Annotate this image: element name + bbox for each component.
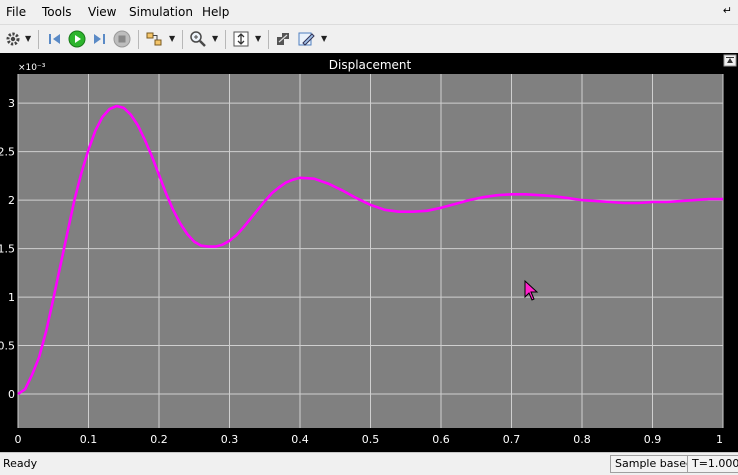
autoscale-dropdown-icon[interactable]: ▼ — [255, 34, 261, 43]
zoom-dropdown-icon[interactable]: ▼ — [212, 34, 218, 43]
undock-arrow-icon[interactable]: ↵ — [723, 4, 732, 17]
menu-view[interactable]: View — [88, 5, 116, 19]
status-ready: Ready — [3, 457, 38, 470]
highlight-dropdown-icon[interactable]: ▼ — [169, 34, 175, 43]
layout-icon[interactable] — [273, 29, 293, 49]
x-tick-label: 0.7 — [503, 433, 521, 446]
status-bar: Ready Sample based T=1.000 — [0, 452, 738, 475]
y-tick-label: 2.5 — [0, 146, 15, 159]
menu-simulation[interactable]: Simulation — [129, 5, 193, 19]
menu-bar: File Tools View Simulation Help ↵ — [0, 0, 738, 24]
y-tick-label: 0 — [8, 388, 15, 401]
x-tick-label: 0.5 — [362, 433, 380, 446]
style-icon[interactable] — [296, 29, 318, 49]
y-exponent-label: ×10⁻³ — [18, 63, 46, 73]
menu-help[interactable]: Help — [202, 5, 229, 19]
chart-title: Displacement — [329, 58, 412, 72]
stop-icon[interactable] — [112, 29, 132, 49]
x-tick-label: 0.8 — [573, 433, 591, 446]
style-dropdown-icon[interactable]: ▼ — [321, 34, 327, 43]
step-back-icon[interactable] — [45, 29, 65, 49]
x-tick-label: 0 — [15, 433, 22, 446]
y-tick-label: 2 — [8, 194, 15, 207]
menu-file[interactable]: File — [6, 5, 26, 19]
gear-dropdown-icon[interactable]: ▼ — [25, 34, 31, 43]
x-tick-label: 0.6 — [432, 433, 450, 446]
y-tick-label: 1 — [8, 291, 15, 304]
sample-mode-indicator: Sample based — [610, 455, 698, 473]
run-icon[interactable] — [67, 29, 87, 49]
y-tick-label: 3 — [8, 97, 15, 110]
simulation-time-indicator: T=1.000 — [687, 455, 738, 473]
menu-tools[interactable]: Tools — [42, 5, 72, 19]
y-tick-label: 1.5 — [0, 243, 15, 256]
toolbar: ▼ ▼ ▼ ▼ ▼ — [0, 24, 738, 54]
zoom-icon[interactable] — [188, 29, 208, 49]
scope-display: 0 0.1 0.2 0.3 0.4 0.5 0.6 0.7 0.8 0.9 1 0 0.5 1 1.5 2 2… — [0, 53, 738, 452]
x-tick-label: 0.1 — [80, 433, 98, 446]
y-tick-label: 0.5 — [0, 340, 15, 353]
step-forward-icon[interactable] — [89, 29, 109, 49]
x-tick-label: 1 — [716, 433, 723, 446]
highlight-block-icon[interactable] — [144, 29, 166, 49]
gear-icon[interactable] — [3, 29, 23, 49]
x-tick-label: 0.3 — [221, 433, 239, 446]
autoscale-icon[interactable] — [231, 29, 251, 49]
x-tick-label: 0.2 — [150, 433, 168, 446]
x-tick-label: 0.9 — [644, 433, 662, 446]
legend-toggle-icon[interactable] — [723, 54, 737, 67]
x-tick-label: 0.4 — [291, 433, 309, 446]
displacement-chart[interactable]: 0 0.1 0.2 0.3 0.4 0.5 0.6 0.7 0.8 0.9 1 0 0.5 1 1.5 2 2… — [0, 53, 738, 452]
